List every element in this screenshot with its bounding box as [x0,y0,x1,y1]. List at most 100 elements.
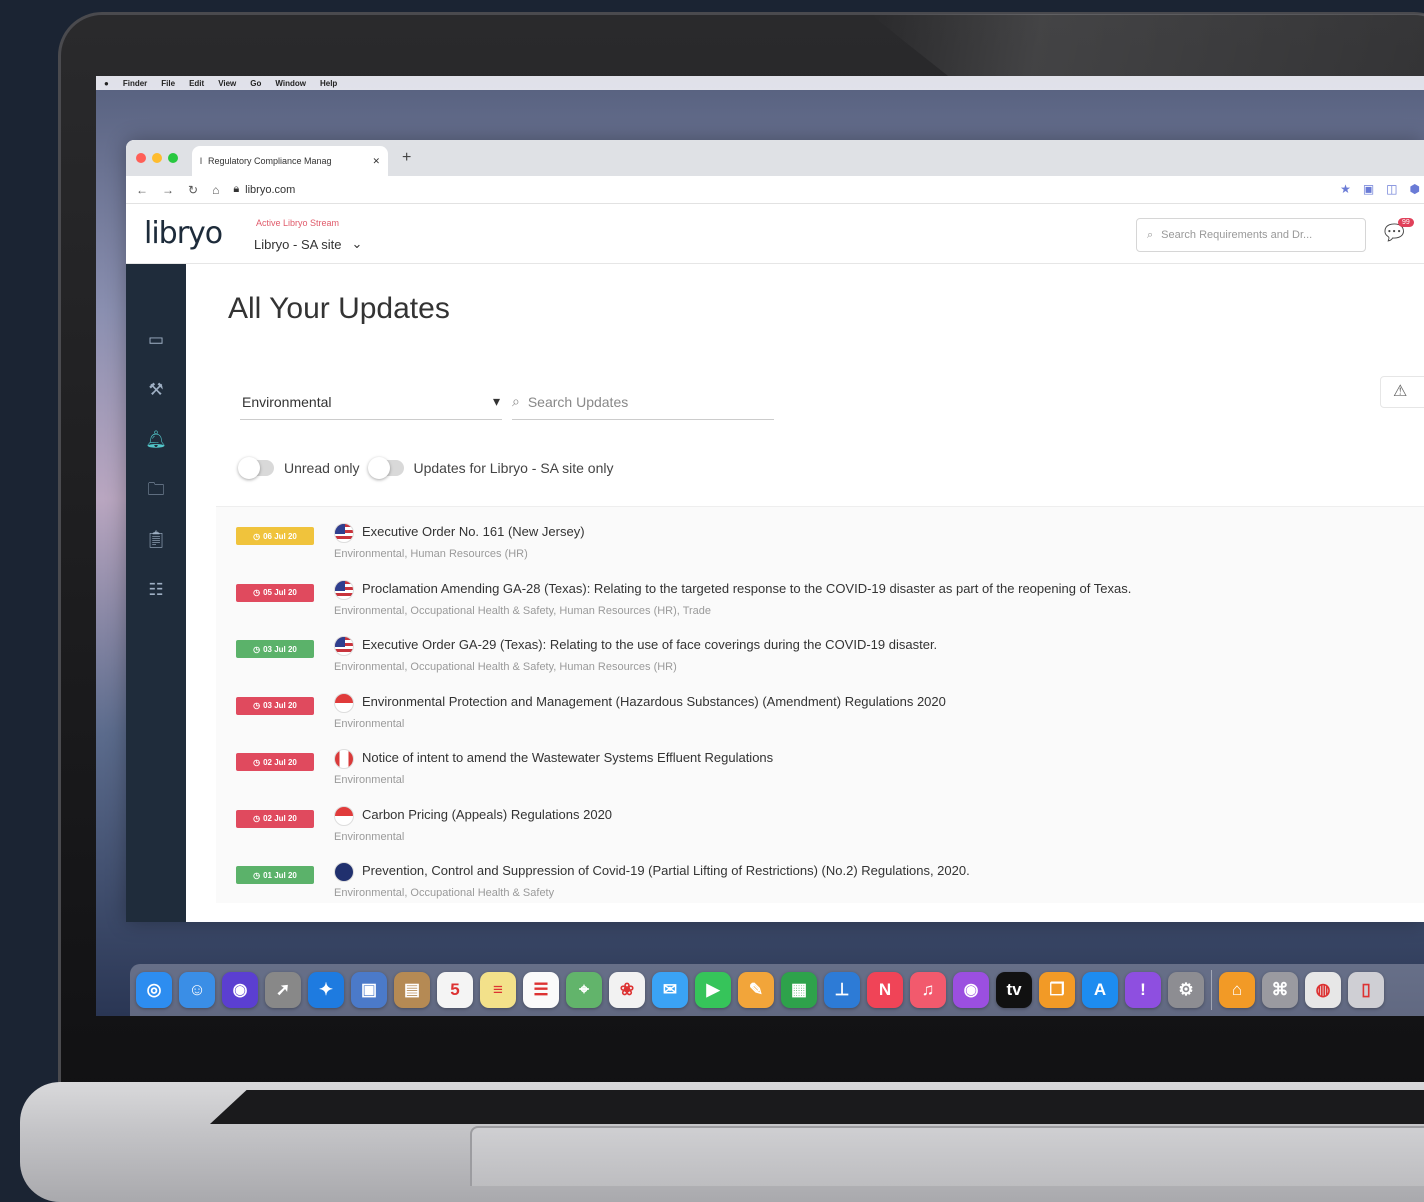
unread-only-toggle[interactable] [238,457,274,479]
menu-finder[interactable]: Finder [123,79,147,88]
maps-icon[interactable]: ⌖ [566,972,602,1008]
palm-rest [470,1126,1424,1186]
stream-selector[interactable]: Libryo - SA site ⌄ [254,236,362,252]
safari-alt-icon[interactable]: ✦ [308,972,344,1008]
home-icon[interactable]: ⌂ [212,183,219,197]
update-tags: Environmental [334,717,405,730]
update-title[interactable]: Environmental Protection and Management … [362,694,946,709]
close-tab-icon[interactable]: ✕ [372,156,380,167]
update-title[interactable]: Proclamation Amending GA-28 (Texas): Rel… [362,581,1131,596]
date-badge: ◷ 05 Jul 20 [236,583,314,602]
music-icon[interactable]: ♫ [910,972,946,1008]
updates-search-input[interactable]: ⌕ Search Updates [512,384,774,420]
bookmark-star-icon[interactable]: ★ [1340,182,1351,196]
forward-icon[interactable]: → [162,183,174,197]
extension-icon[interactable]: ▣ [1363,182,1374,196]
menu-view[interactable]: View [218,79,236,88]
clock-icon: ◷ [253,870,261,880]
folder-icon[interactable]: 🗀 [144,478,168,502]
extension-icon[interactable]: ◫ [1386,182,1397,196]
back-icon[interactable]: ← [136,183,148,197]
trash-icon[interactable]: ▯ [1348,972,1384,1008]
date-badge: ◷ 02 Jul 20 [236,753,314,771]
tab-title: Regulatory Compliance Manag [208,156,332,166]
new-tab-button[interactable]: + [402,149,411,167]
notes-icon[interactable]: ≡ [480,972,516,1008]
menu-go[interactable]: Go [250,79,261,88]
update-tags: Environmental, Occupational Health & Saf… [334,661,677,673]
update-row[interactable]: ◷ 02 Jul 20 Carbon Pricing (Appeals) Regul… [216,790,1424,847]
feedback-icon[interactable]: ! [1125,972,1161,1008]
keyboard [210,1090,1424,1124]
update-title[interactable]: Prevention, Control and Suppression of C… [362,863,970,878]
calendar-icon[interactable]: 5 [437,972,473,1008]
libryo-logo[interactable]: libryo [144,216,223,251]
site-only-label: Updates for Libryo - SA site only [413,460,614,476]
clipboard-icon[interactable]: 📋︎ [144,528,168,552]
update-row[interactable]: ◷ 05 Jul 20 Proclamation Amending GA-28 (T… [216,564,1424,621]
keynote-icon[interactable]: ⊥ [824,972,860,1008]
update-tags: Environmental, Occupational Health & Saf… [334,887,555,899]
pages-icon[interactable]: ✎ [738,972,774,1008]
url-field[interactable]: 🔒︎ libryo.com [233,183,295,196]
minimize-window-button[interactable] [152,153,162,163]
launchpad-icon[interactable]: ➚ [265,972,301,1008]
appstore-icon[interactable]: A [1082,972,1118,1008]
update-title[interactable]: Carbon Pricing (Appeals) Regulations 202… [362,807,612,822]
update-row[interactable]: ◷ 02 Jul 20 Notice of intent to amend the … [216,733,1424,790]
books-icon[interactable]: ❐ [1039,972,1075,1008]
browser-tab[interactable]: l Regulatory Compliance Manag ✕ [192,146,388,176]
update-title[interactable]: Executive Order No. 161 (New Jersey) [362,524,585,539]
preview-icon[interactable]: ▣ [351,972,387,1008]
chrome-icon[interactable]: ◍ [1305,972,1341,1008]
news-icon[interactable]: N [867,972,903,1008]
podcasts-icon[interactable]: ◉ [953,972,989,1008]
gavel-icon[interactable]: ⚒ [144,378,168,402]
clock-icon: ◷ [253,588,261,597]
numbers-icon[interactable]: ▦ [781,972,817,1008]
menu-help[interactable]: Help [320,79,337,88]
utility-icon[interactable]: ⌘ [1262,972,1298,1008]
reminders-icon[interactable]: ☰ [523,972,559,1008]
menu-file[interactable]: File [161,79,175,88]
safari-icon[interactable]: ◎ [136,972,172,1008]
category-filter-select[interactable]: Environmental ▾ [240,384,502,420]
bell-icon[interactable]: 🔔︎ [144,428,168,452]
facetime-icon[interactable]: ▶ [695,972,731,1008]
update-title[interactable]: Notice of intent to amend the Wastewater… [362,750,773,765]
checklist-icon[interactable]: ☷ [144,578,168,602]
menu-edit[interactable]: Edit [189,79,204,88]
update-row[interactable]: ◷ 01 Jul 20 Prevention, Control and Suppre… [216,846,1424,903]
site-only-toggle[interactable] [367,457,404,479]
close-window-button[interactable] [136,153,146,163]
date-badge: ◷ 03 Jul 20 [236,640,314,658]
mac-menubar: ● Finder File Edit View Go Window Help [96,76,1424,90]
address-bar-row: ← → ↻ ⌂ 🔒︎ libryo.com ★ ▣ ◫ ⬢ [126,176,1424,204]
date-text: 06 Jul 20 [263,531,297,541]
warning-button[interactable]: ⚠ [1380,376,1424,408]
home-icon[interactable]: ⌂ [1219,972,1255,1008]
siri-icon[interactable]: ◉ [222,972,258,1008]
calendar-icon[interactable]: ▭ [144,328,168,352]
update-row[interactable]: ◷ 03 Jul 20 Executive Order GA-29 (Texas):… [216,620,1424,677]
date-badge: ◷ 03 Jul 20 [236,696,314,715]
contacts-icon[interactable]: ▤ [394,972,430,1008]
lock-icon: 🔒︎ [233,183,240,195]
update-row[interactable]: ◷ 06 Jul 20 Executive Order No. 161 (New J… [216,507,1424,564]
messages-icon[interactable]: ✉ [652,972,688,1008]
apple-icon[interactable]: ● [104,79,109,88]
main-content: All Your Updates Environmental ▾ ⌕ Searc… [186,264,1424,922]
finder-icon[interactable]: ☺ [179,972,215,1008]
update-row[interactable]: ◷ 03 Jul 20 Environmental Protection and M… [216,677,1424,734]
maximize-window-button[interactable] [168,153,178,163]
photos-icon[interactable]: ❀ [609,972,645,1008]
settings-icon[interactable]: ⚙ [1168,972,1204,1008]
tv-icon[interactable]: tv [996,972,1032,1008]
menu-window[interactable]: Window [275,79,306,88]
reload-icon[interactable]: ↻ [188,183,198,197]
country-flag-icon [334,579,354,600]
update-title[interactable]: Executive Order GA-29 (Texas): Relating … [362,637,937,652]
requirements-search-input[interactable]: ⌕ Search Requirements and Dr... [1136,218,1366,252]
clock-icon: ◷ [253,644,261,654]
extension-icon[interactable]: ⬢ [1410,182,1420,196]
